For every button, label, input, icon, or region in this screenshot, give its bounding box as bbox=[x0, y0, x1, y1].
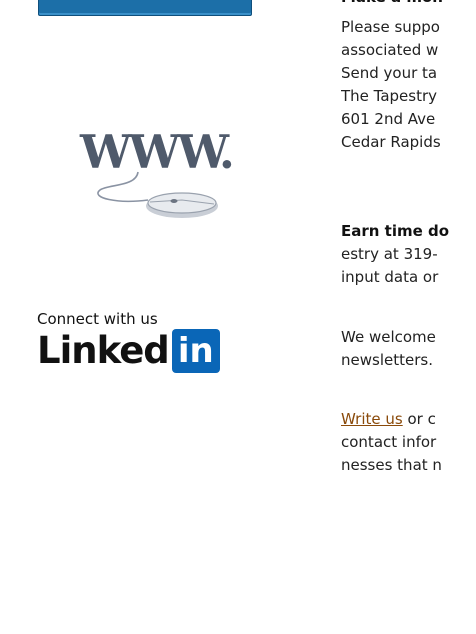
donate-line: The Tapestry bbox=[341, 87, 438, 105]
contact-line: contact infor bbox=[341, 433, 437, 451]
www-text: WWW. bbox=[79, 125, 232, 179]
contact-line-rest: or c bbox=[402, 410, 436, 428]
www-mouse-graphic[interactable]: WWW. bbox=[78, 112, 238, 222]
contact-line: Write us or c bbox=[341, 408, 442, 431]
linkedin-logo[interactable]: Linked in bbox=[37, 328, 220, 374]
computer-mouse-icon bbox=[146, 192, 218, 218]
donate-line: Please suppo bbox=[341, 18, 440, 36]
newsletter-line: We welcome bbox=[341, 328, 436, 346]
donate-line: Send your ta bbox=[341, 64, 438, 82]
volunteer-line: estry at 319- bbox=[341, 245, 438, 263]
contact-line: nesses that n bbox=[341, 456, 442, 474]
right-text-column: Make a mon Please suppo associated w Sen… bbox=[341, 0, 476, 634]
volunteer-line: input data or bbox=[341, 268, 439, 286]
donate-line: associated w bbox=[341, 41, 439, 59]
donate-line: Cedar Rapids bbox=[341, 133, 441, 151]
write-us-link[interactable]: Write us bbox=[341, 410, 403, 428]
linkedin-word: Linked bbox=[37, 329, 170, 372]
newsletter-paragraph: We welcome newsletters. bbox=[341, 326, 436, 372]
linkedin-in-badge: in bbox=[171, 329, 220, 373]
donate-paragraph: Please suppo associated w Send your ta T… bbox=[341, 16, 441, 154]
newsletter-line: newsletters. bbox=[341, 351, 433, 369]
connect-label: Connect with us bbox=[37, 310, 158, 328]
volunteer-heading: Earn time do bbox=[341, 222, 450, 240]
left-column: WWW. Connect with us Linked in bbox=[0, 0, 300, 634]
donate-line: 601 2nd Ave bbox=[341, 110, 436, 128]
contact-paragraph: Write us or c contact infor nesses that … bbox=[341, 408, 442, 477]
volunteer-paragraph: Earn time do estry at 319- input data or bbox=[341, 220, 449, 289]
banner-button[interactable] bbox=[38, 0, 252, 16]
cut-heading: Make a mon bbox=[341, 0, 443, 9]
